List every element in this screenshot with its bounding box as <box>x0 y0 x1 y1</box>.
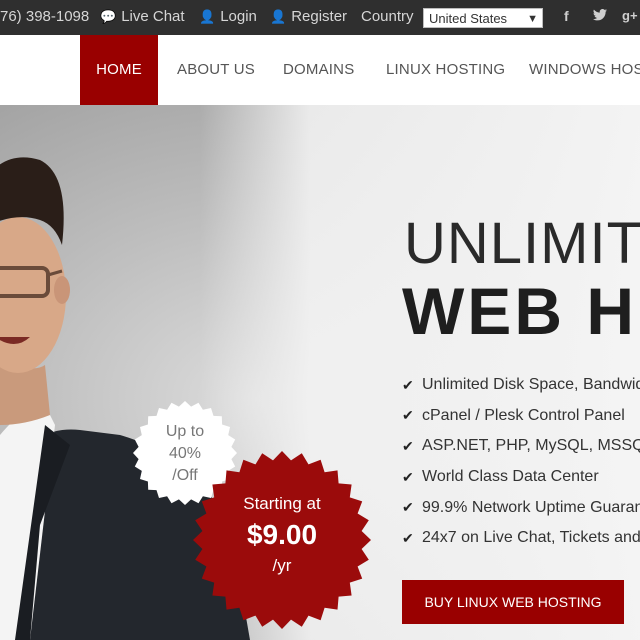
register-label: Register <box>291 8 348 25</box>
country-label-text: Country <box>361 8 414 25</box>
twitter-icon[interactable] <box>593 8 607 24</box>
register-link[interactable]: 👤 Register <box>270 8 347 25</box>
feature-item: ✔ Unlimited Disk Space, Bandwid <box>402 370 640 401</box>
price-badge-price: $9.00 <box>246 519 318 550</box>
nav-about-us[interactable]: ABOUT US <box>177 35 255 105</box>
price-badge-period: /yr <box>272 556 292 575</box>
phone-number-text: 76) 398-1098 <box>0 8 90 25</box>
price-badge-label: Starting at <box>243 494 321 513</box>
google-plus-icon[interactable]: g+ <box>622 8 638 23</box>
feature-text: 24x7 on Live Chat, Tickets and <box>422 529 640 547</box>
price-badge: Starting at $9.00 /yr <box>193 451 371 629</box>
login-link[interactable]: 👤 Login <box>199 8 257 25</box>
buy-linux-hosting-button[interactable]: BUY LINUX WEB HOSTING <box>402 580 624 624</box>
live-chat-link[interactable]: 💬 Live Chat <box>100 8 185 25</box>
country-select[interactable]: United States ▼ <box>423 8 543 28</box>
feature-item: ✔ 99.9% Network Uptime Guaran <box>402 492 640 523</box>
live-chat-label: Live Chat <box>121 8 185 25</box>
price-badge-text: Starting at $9.00 /yr <box>193 492 371 578</box>
feature-item: ✔ ASP.NET, PHP, MySQL, MSSQL, <box>402 431 640 462</box>
check-icon: ✔ <box>402 529 414 546</box>
check-icon: ✔ <box>402 499 414 516</box>
nav-windows-hosting[interactable]: WINDOWS HOSTI <box>529 35 640 105</box>
feature-item: ✔ 24x7 on Live Chat, Tickets and <box>402 523 640 554</box>
phone-number: 76) 398-1098 <box>0 8 89 25</box>
facebook-icon[interactable]: f <box>564 8 569 24</box>
user-icon: 👤 <box>270 8 287 24</box>
login-label: Login <box>220 8 257 25</box>
country-select-value: United States <box>429 11 508 26</box>
user-icon: 👤 <box>199 8 216 24</box>
discount-line1: Up to <box>165 423 205 440</box>
feature-item: ✔ World Class Data Center <box>402 462 640 493</box>
feature-text: Unlimited Disk Space, Bandwid <box>422 376 640 394</box>
hero-headline-line2: WEB H <box>402 274 637 348</box>
feature-list: ✔ Unlimited Disk Space, Bandwid ✔ cPanel /… <box>402 370 640 554</box>
check-icon: ✔ <box>402 407 414 424</box>
feature-text: cPanel / Plesk Control Panel <box>422 406 625 424</box>
check-icon: ✔ <box>402 468 414 485</box>
chat-icon: 💬 <box>100 8 117 24</box>
feature-item: ✔ cPanel / Plesk Control Panel <box>402 401 640 432</box>
top-utility-bar: 76) 398-1098 💬 Live Chat 👤 Login 👤 Regis… <box>0 0 640 35</box>
nav-domains[interactable]: DOMAINS <box>283 35 354 105</box>
check-icon: ✔ <box>402 376 414 393</box>
feature-text: World Class Data Center <box>422 468 599 486</box>
nav-home[interactable]: HOME <box>80 35 158 105</box>
hero-banner: UNLIMIT WEB H ✔ Unlimited Disk Space, Ban… <box>0 105 640 640</box>
feature-text: ASP.NET, PHP, MySQL, MSSQL, <box>422 437 640 455</box>
country-label: Country <box>361 8 414 25</box>
hero-headline-line1: UNLIMIT <box>404 211 640 276</box>
main-navigation: HOME ABOUT US DOMAINS LINUX HOSTING WIND… <box>0 35 640 105</box>
check-icon: ✔ <box>402 437 414 454</box>
feature-text: 99.9% Network Uptime Guaran <box>422 498 640 516</box>
nav-linux-hosting[interactable]: LINUX HOSTING <box>386 35 505 105</box>
chevron-down-icon: ▼ <box>527 13 538 25</box>
